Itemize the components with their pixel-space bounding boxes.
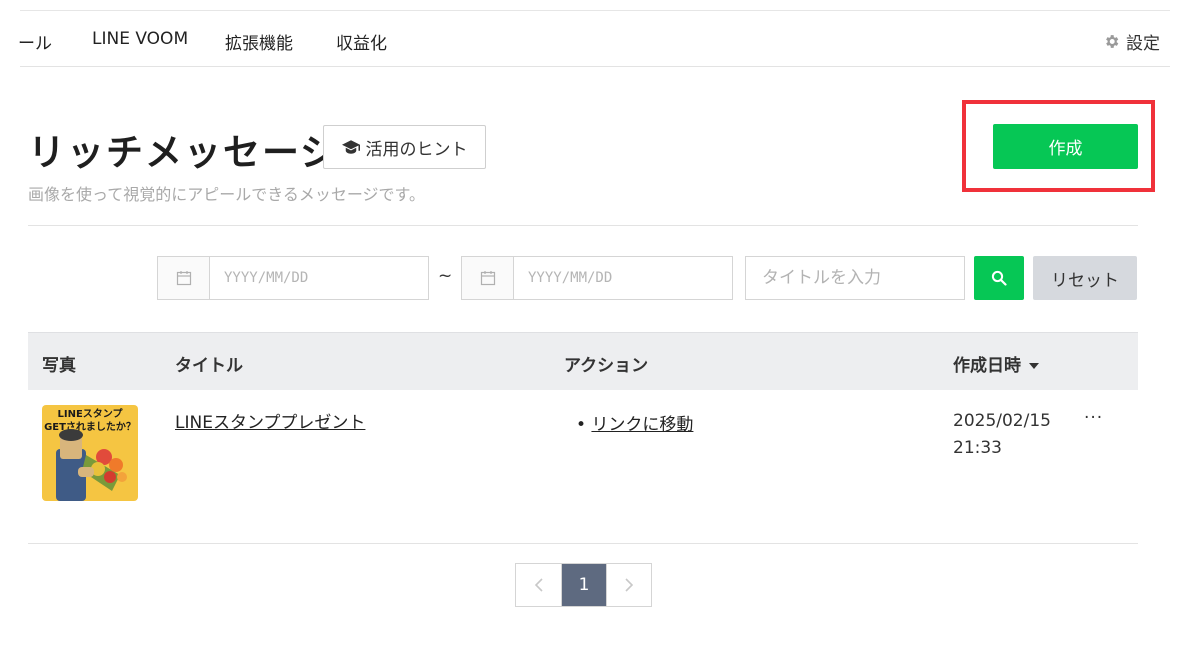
created-time: 21:33 <box>953 438 1002 458</box>
created-datetime: 2025/02/15 21:33 <box>953 408 1051 462</box>
settings-label: 設定 <box>1126 34 1160 54</box>
nav-item-line-voom[interactable]: LINE VOOM <box>92 29 188 49</box>
table-header: 写真 タイトル アクション 作成日時 <box>28 332 1138 390</box>
nav-item-tool[interactable]: ール <box>18 29 52 54</box>
top-nav: ール LINE VOOM 拡張機能 収益化 設定 <box>18 10 1170 67</box>
action-link[interactable]: リンクに移動 <box>591 415 693 435</box>
bullet-icon: • <box>576 415 592 435</box>
title-search-input[interactable] <box>745 256 965 300</box>
table-row: LINEスタンプ GETされましたか？ LINEスタンププレゼント • リンクに… <box>28 390 1138 544</box>
search-button[interactable] <box>974 256 1024 300</box>
date-from-field[interactable]: YYYY/MM/DD <box>157 256 429 300</box>
gear-icon <box>1106 35 1119 48</box>
page-title: リッチメッセージ <box>28 131 340 174</box>
sort-down-icon <box>1029 363 1039 369</box>
usage-hint-button[interactable]: 活用のヒント <box>323 125 486 169</box>
column-header-created[interactable]: 作成日時 <box>953 351 1039 376</box>
column-header-created-label: 作成日時 <box>953 356 1021 376</box>
search-icon <box>991 270 1007 286</box>
chevron-right-icon <box>625 578 634 592</box>
header-divider <box>28 225 1138 226</box>
message-title-link[interactable]: LINEスタンププレゼント <box>175 408 365 433</box>
next-page-button[interactable] <box>606 564 651 606</box>
column-header-action: アクション <box>564 356 649 376</box>
graduation-cap-icon <box>341 140 360 154</box>
date-range-separator: ~ <box>438 266 453 286</box>
pagination: 1 <box>515 563 652 607</box>
page-subtitle: 画像を使って視覚的にアピールできるメッセージです。 <box>28 185 425 204</box>
prev-page-button[interactable] <box>516 564 561 606</box>
column-header-title: タイトル <box>175 356 243 376</box>
date-to-placeholder: YYYY/MM/DD <box>528 270 613 286</box>
thumbnail-illustration <box>56 429 127 501</box>
action-cell: • リンクに移動 <box>576 410 693 435</box>
create-button[interactable]: 作成 <box>993 124 1138 169</box>
chevron-left-icon <box>534 578 543 592</box>
message-thumbnail[interactable]: LINEスタンプ GETされましたか？ <box>42 405 138 501</box>
date-from-placeholder: YYYY/MM/DD <box>224 270 309 286</box>
nav-item-extensions[interactable]: 拡張機能 <box>225 29 293 54</box>
nav-item-monetization[interactable]: 収益化 <box>336 29 387 54</box>
column-header-photo: 写真 <box>42 356 76 376</box>
date-to-field[interactable]: YYYY/MM/DD <box>461 256 733 300</box>
more-options-icon[interactable]: ··· <box>1084 408 1103 428</box>
calendar-icon[interactable] <box>462 257 514 299</box>
calendar-icon[interactable] <box>158 257 210 299</box>
usage-hint-label: 活用のヒント <box>365 139 468 160</box>
created-date: 2025/02/15 <box>953 411 1051 431</box>
reset-button[interactable]: リセット <box>1033 256 1137 300</box>
settings-link[interactable]: 設定 <box>1103 29 1160 54</box>
page-button-current[interactable]: 1 <box>561 564 606 606</box>
